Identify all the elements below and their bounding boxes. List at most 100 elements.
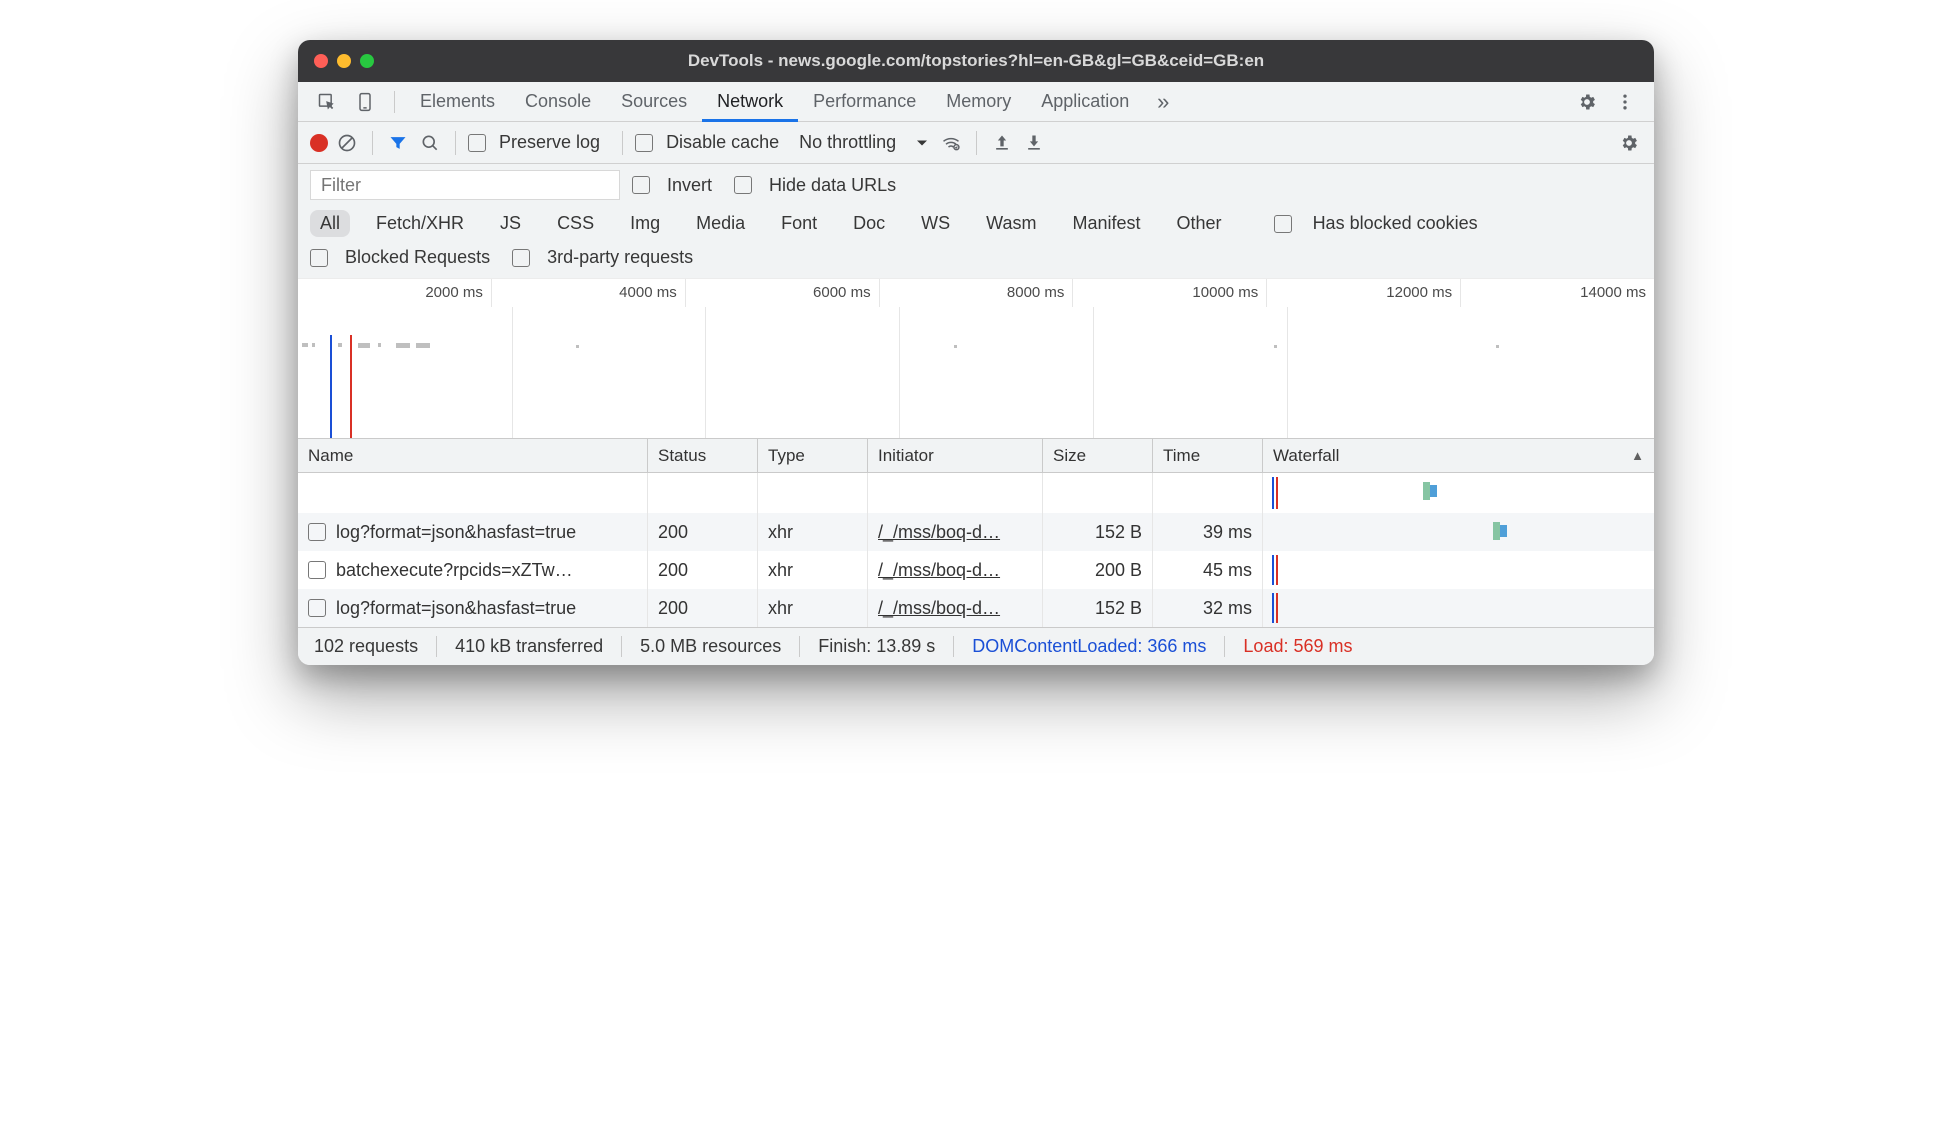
network-settings-gear-icon[interactable] xyxy=(1616,130,1642,156)
request-waterfall xyxy=(1263,589,1654,627)
import-har-icon[interactable] xyxy=(989,130,1015,156)
timeline-overview[interactable]: 2000 ms4000 ms6000 ms8000 ms10000 ms1200… xyxy=(298,279,1654,439)
tab-network[interactable]: Network xyxy=(702,82,798,122)
timeline-tick: 14000 ms xyxy=(1461,279,1654,307)
tab-performance[interactable]: Performance xyxy=(798,82,931,122)
network-toolbar: Preserve log Disable cache No throttling xyxy=(298,122,1654,164)
filter-type-font[interactable]: Font xyxy=(771,210,827,237)
third-party-checkbox[interactable] xyxy=(512,249,530,267)
request-waterfall xyxy=(1263,551,1654,589)
col-time[interactable]: Time xyxy=(1153,439,1263,472)
titlebar: DevTools - news.google.com/topstories?hl… xyxy=(298,40,1654,82)
timeline-tick: 10000 ms xyxy=(1073,279,1267,307)
status-bar: 102 requests 410 kB transferred 5.0 MB r… xyxy=(298,627,1654,665)
status-requests: 102 requests xyxy=(314,636,437,657)
filter-input[interactable] xyxy=(310,170,620,200)
table-row[interactable]: batchexecute?rpcids=xZTw…200xhr/_/mss/bo… xyxy=(298,551,1654,589)
row-checkbox[interactable] xyxy=(308,599,326,617)
request-size: 152 B xyxy=(1043,589,1153,627)
filter-type-ws[interactable]: WS xyxy=(911,210,960,237)
filter-icon[interactable] xyxy=(385,130,411,156)
filter-type-fetchxhr[interactable]: Fetch/XHR xyxy=(366,210,474,237)
col-type[interactable]: Type xyxy=(758,439,868,472)
col-name[interactable]: Name xyxy=(298,439,648,472)
filter-type-media[interactable]: Media xyxy=(686,210,755,237)
devtools-window: DevTools - news.google.com/topstories?hl… xyxy=(298,40,1654,665)
filter-type-manifest[interactable]: Manifest xyxy=(1063,210,1151,237)
request-initiator[interactable]: /_/mss/boq-d… xyxy=(878,560,1000,581)
request-status: 200 xyxy=(648,513,758,551)
table-row[interactable]: log?format=json&hasfast=true200xhr/_/mss… xyxy=(298,589,1654,627)
tab-sources[interactable]: Sources xyxy=(606,82,702,122)
maximize-window-button[interactable] xyxy=(360,54,374,68)
tab-console[interactable]: Console xyxy=(510,82,606,122)
has-blocked-cookies-label: Has blocked cookies xyxy=(1313,213,1478,234)
disable-cache-checkbox[interactable] xyxy=(635,134,653,152)
hide-data-urls-label: Hide data URLs xyxy=(769,175,896,196)
divider xyxy=(394,91,395,113)
col-status[interactable]: Status xyxy=(648,439,758,472)
request-size: 152 B xyxy=(1043,513,1153,551)
inspect-icon[interactable] xyxy=(314,89,340,115)
more-tabs-icon[interactable]: » xyxy=(1150,89,1176,115)
timeline-tick: 12000 ms xyxy=(1267,279,1461,307)
status-dcl: DOMContentLoaded: 366 ms xyxy=(954,636,1225,657)
record-button[interactable] xyxy=(310,134,328,152)
status-load: Load: 569 ms xyxy=(1225,636,1370,657)
table-row[interactable] xyxy=(298,473,1654,513)
request-type: xhr xyxy=(758,513,868,551)
filter-bar: Invert Hide data URLs AllFetch/XHRJSCSSI… xyxy=(298,164,1654,279)
row-checkbox[interactable] xyxy=(308,561,326,579)
sort-indicator-icon: ▲ xyxy=(1631,448,1644,463)
status-finish: Finish: 13.89 s xyxy=(800,636,954,657)
tab-elements[interactable]: Elements xyxy=(405,82,510,122)
filter-type-js[interactable]: JS xyxy=(490,210,531,237)
device-toggle-icon[interactable] xyxy=(352,89,378,115)
clear-icon[interactable] xyxy=(334,130,360,156)
has-blocked-cookies-checkbox[interactable] xyxy=(1274,215,1292,233)
request-size: 200 B xyxy=(1043,551,1153,589)
network-conditions-icon[interactable] xyxy=(938,130,964,156)
col-initiator[interactable]: Initiator xyxy=(868,439,1043,472)
blocked-requests-checkbox[interactable] xyxy=(310,249,328,267)
request-table: log?format=json&hasfast=true 200xhr /_/mss… xyxy=(298,473,1654,627)
filter-type-wasm[interactable]: Wasm xyxy=(976,210,1046,237)
request-name: log?format=json&hasfast=true xyxy=(336,522,576,543)
table-header: Name Status Type Initiator Size Time Wat… xyxy=(298,439,1654,473)
col-waterfall[interactable]: Waterfall▲ xyxy=(1263,439,1654,472)
window-controls xyxy=(314,54,374,68)
blocked-requests-label: Blocked Requests xyxy=(345,247,490,268)
row-checkbox[interactable] xyxy=(308,523,326,541)
third-party-label: 3rd-party requests xyxy=(547,247,693,268)
window-title: DevTools - news.google.com/topstories?hl… xyxy=(298,51,1654,71)
status-transferred: 410 kB transferred xyxy=(437,636,622,657)
request-initiator[interactable]: /_/mss/boq-d… xyxy=(878,598,1000,619)
timeline-tick: 8000 ms xyxy=(880,279,1074,307)
hide-data-urls-checkbox[interactable] xyxy=(734,176,752,194)
table-row[interactable]: log?format=json&hasfast=true 200xhr /_/mss… xyxy=(298,513,1654,551)
throttling-select[interactable]: No throttling xyxy=(795,132,932,153)
tab-application[interactable]: Application xyxy=(1026,82,1144,122)
preserve-log-checkbox[interactable] xyxy=(468,134,486,152)
chevron-down-icon xyxy=(916,137,928,149)
invert-checkbox[interactable] xyxy=(632,176,650,194)
settings-gear-icon[interactable] xyxy=(1574,89,1600,115)
panel-tabs: ElementsConsoleSourcesNetworkPerformance… xyxy=(298,82,1654,122)
request-status: 200 xyxy=(648,589,758,627)
request-type: xhr xyxy=(758,551,868,589)
filter-type-doc[interactable]: Doc xyxy=(843,210,895,237)
col-size[interactable]: Size xyxy=(1043,439,1153,472)
timeline-tick: 2000 ms xyxy=(298,279,492,307)
request-name: log?format=json&hasfast=true xyxy=(336,598,576,619)
tab-memory[interactable]: Memory xyxy=(931,82,1026,122)
filter-type-other[interactable]: Other xyxy=(1167,210,1232,237)
filter-type-css[interactable]: CSS xyxy=(547,210,604,237)
close-window-button[interactable] xyxy=(314,54,328,68)
export-har-icon[interactable] xyxy=(1021,130,1047,156)
request-initiator[interactable]: /_/mss/boq-d… xyxy=(878,522,1000,543)
filter-type-all[interactable]: All xyxy=(310,210,350,237)
filter-type-img[interactable]: Img xyxy=(620,210,670,237)
minimize-window-button[interactable] xyxy=(337,54,351,68)
kebab-menu-icon[interactable] xyxy=(1612,89,1638,115)
search-icon[interactable] xyxy=(417,130,443,156)
